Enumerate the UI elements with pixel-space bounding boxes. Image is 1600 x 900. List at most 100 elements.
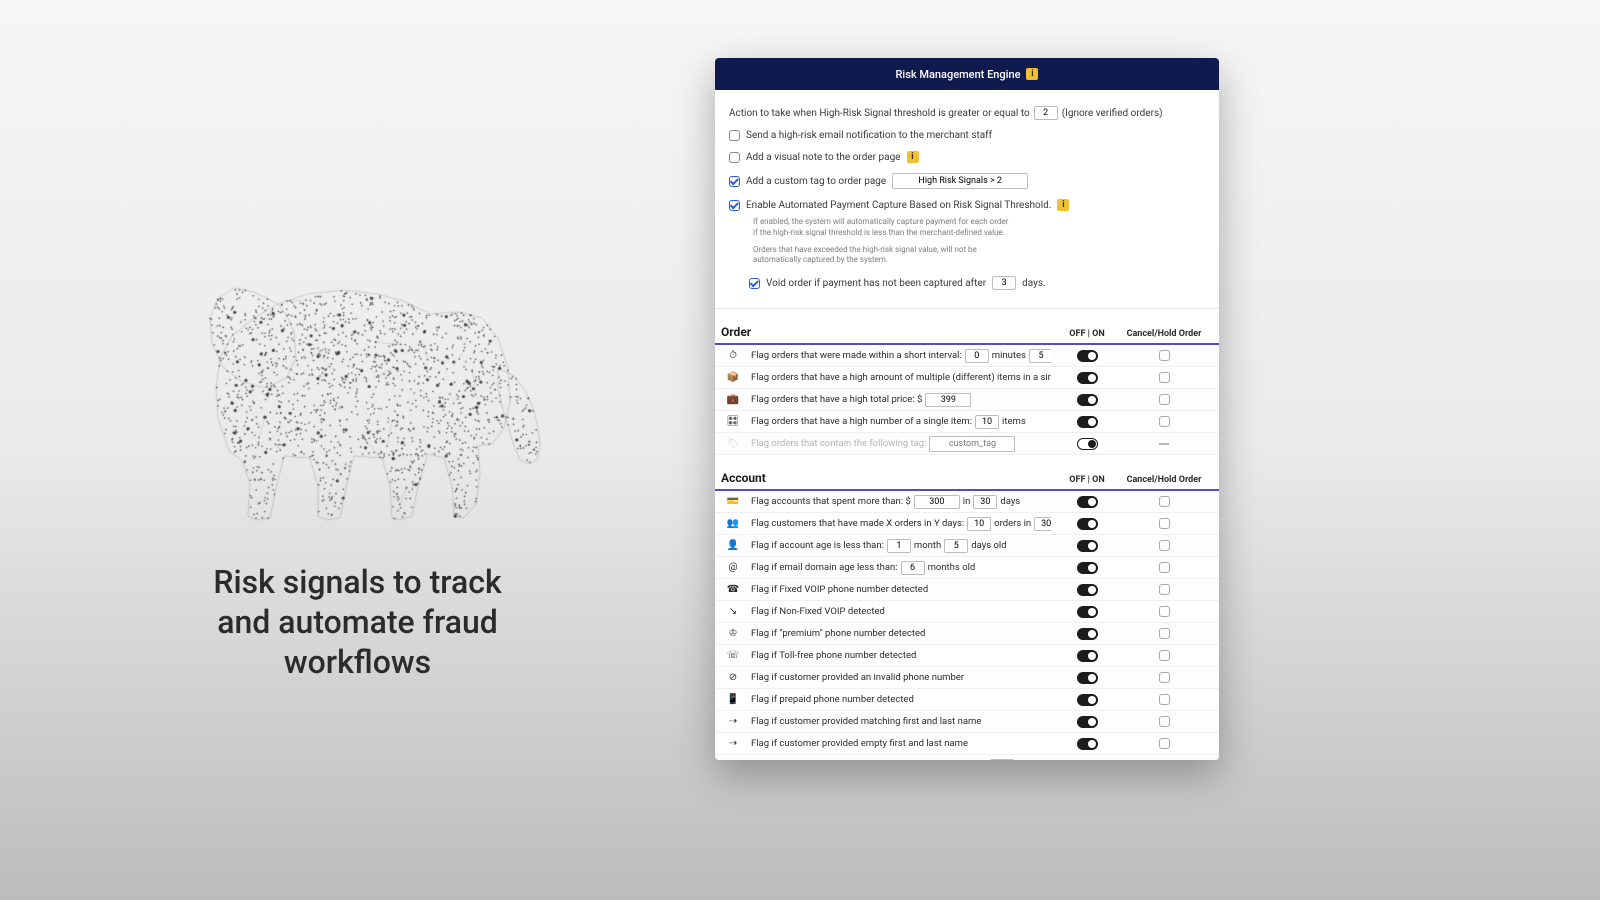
- col-toggle-header: OFF | ON: [1051, 329, 1123, 339]
- rule-text: Flag if "premium" phone number detected: [751, 628, 925, 639]
- section-title: Order: [721, 325, 1051, 339]
- rule-text: Flag customers that have made X orders i…: [751, 518, 964, 529]
- rule-value-input[interactable]: [965, 349, 989, 363]
- cancel-hold-checkbox[interactable]: [1159, 372, 1170, 383]
- cancel-cell: [1123, 540, 1205, 551]
- rule-row: 💳Flag accounts that spent more than: $ i…: [715, 491, 1219, 513]
- checkbox-visual-note[interactable]: [729, 152, 740, 163]
- rule-icon: ☎: [715, 584, 751, 595]
- info-icon[interactable]: i: [1026, 68, 1038, 80]
- cancel-hold-checkbox[interactable]: [1159, 694, 1170, 705]
- rule-value-input[interactable]: [901, 561, 925, 575]
- rule-toggle[interactable]: [1077, 540, 1098, 552]
- cancel-hold-checkbox[interactable]: [1159, 562, 1170, 573]
- toggle-cell: [1051, 394, 1123, 406]
- rule-toggle[interactable]: [1077, 606, 1098, 618]
- rule-row: 📱Flag if prepaid phone number detected: [715, 689, 1219, 711]
- rule-toggle[interactable]: [1077, 650, 1098, 662]
- rule-toggle[interactable]: [1077, 628, 1098, 640]
- cancel-hold-checkbox[interactable]: [1159, 540, 1170, 551]
- toggle-cell: [1051, 350, 1123, 362]
- cancel-cell: [1123, 562, 1205, 573]
- rule-label: Flag orders that were made within a shor…: [751, 349, 1051, 363]
- cancel-hold-checkbox[interactable]: [1159, 628, 1170, 639]
- rule-label: Flag if Fixed VOIP phone number detected: [751, 584, 1051, 595]
- checkbox-auto-capture[interactable]: [729, 200, 740, 211]
- rule-unit: days old: [971, 540, 1006, 551]
- cancel-hold-checkbox[interactable]: [1159, 584, 1170, 595]
- rule-value-input[interactable]: [975, 415, 999, 429]
- rule-value-input[interactable]: [914, 495, 960, 509]
- cancel-hold-checkbox[interactable]: [1159, 518, 1170, 529]
- rule-value-input[interactable]: [973, 495, 997, 509]
- rule-text: Flag if customer provided matching first…: [751, 716, 981, 727]
- rule-unit: months old: [928, 562, 976, 573]
- cancel-hold-checkbox[interactable]: [1159, 716, 1170, 727]
- rule-toggle[interactable]: [1077, 394, 1098, 406]
- rule-icon: 📱: [715, 694, 751, 705]
- rule-tag-input[interactable]: [929, 436, 1015, 452]
- section-header-account: Account OFF | ON Cancel/Hold Order: [715, 455, 1219, 491]
- rule-toggle[interactable]: [1077, 694, 1098, 706]
- cancel-cell: [1123, 518, 1205, 529]
- rule-value-input[interactable]: [967, 517, 991, 531]
- rule-value-input[interactable]: [990, 759, 1014, 760]
- checkbox-void[interactable]: [749, 278, 760, 289]
- cancel-hold-checkbox[interactable]: [1159, 738, 1170, 749]
- rule-icon: ♔: [715, 628, 751, 639]
- info-icon[interactable]: i: [907, 151, 919, 163]
- toggle-cell: [1051, 628, 1123, 640]
- cancel-cell: [1123, 394, 1205, 405]
- rule-text: Flag orders that were made within a shor…: [751, 350, 962, 361]
- toggle-cell: [1051, 540, 1123, 552]
- rule-icon: 🎛: [715, 416, 751, 427]
- rule-toggle[interactable]: [1077, 350, 1098, 362]
- cancel-cell: [1123, 672, 1205, 683]
- rule-toggle[interactable]: [1077, 584, 1098, 596]
- cancel-hold-checkbox[interactable]: [1159, 350, 1170, 361]
- cancel-hold-checkbox[interactable]: [1159, 416, 1170, 427]
- rule-toggle[interactable]: [1077, 438, 1098, 450]
- rule-toggle[interactable]: [1077, 518, 1098, 530]
- rule-value-input[interactable]: [1034, 517, 1051, 531]
- rule-toggle[interactable]: [1077, 716, 1098, 728]
- rule-label: Flag orders that contain the following t…: [751, 436, 1051, 452]
- toggle-cell: [1051, 438, 1123, 450]
- void-days-input[interactable]: [992, 276, 1016, 290]
- checkbox-custom-tag[interactable]: [729, 176, 740, 187]
- rule-toggle[interactable]: [1077, 672, 1098, 684]
- rule-icon: ↘: [715, 606, 751, 617]
- rule-value-input[interactable]: [925, 393, 971, 407]
- rule-toggle[interactable]: [1077, 372, 1098, 384]
- threshold-input[interactable]: [1034, 106, 1058, 120]
- rule-toggle[interactable]: [1077, 562, 1098, 574]
- cancel-hold-checkbox[interactable]: [1159, 496, 1170, 507]
- toggle-cell: [1051, 372, 1123, 384]
- rule-icon: ⇢: [715, 716, 751, 727]
- rule-value-input[interactable]: [887, 539, 911, 553]
- rule-label: Flag orders that have a high number of a…: [751, 415, 1051, 429]
- cancel-hold-checkbox[interactable]: [1159, 672, 1170, 683]
- checkbox-email[interactable]: [729, 130, 740, 141]
- cancel-hold-checkbox[interactable]: [1159, 394, 1170, 405]
- rule-icon: 💳: [715, 496, 751, 507]
- custom-tag-input[interactable]: [892, 173, 1028, 189]
- rule-row: ⇢Flag if customer provided matching firs…: [715, 711, 1219, 733]
- rule-value-input[interactable]: [944, 539, 968, 553]
- opt-void-a: Void order if payment has not been captu…: [766, 278, 986, 289]
- rule-label: Flag if account age is less than: month …: [751, 539, 1051, 553]
- col-cancel-header: Cancel/Hold Order: [1123, 475, 1205, 485]
- rule-toggle[interactable]: [1077, 496, 1098, 508]
- cancel-hold-checkbox[interactable]: [1159, 650, 1170, 661]
- info-icon[interactable]: i: [1057, 199, 1069, 211]
- rule-text: Flag if prepaid phone number detected: [751, 694, 914, 705]
- rule-label: Flag if customer provided matching first…: [751, 716, 1051, 727]
- rule-label: Flag orders that have a high amount of m…: [751, 371, 1051, 385]
- cancel-hold-checkbox[interactable]: [1159, 606, 1170, 617]
- toggle-cell: [1051, 606, 1123, 618]
- rule-unit: items: [1002, 416, 1026, 427]
- rule-toggle[interactable]: [1077, 738, 1098, 750]
- rule-toggle[interactable]: [1077, 416, 1098, 428]
- rule-value-input[interactable]: [1029, 349, 1051, 363]
- risk-engine-panel: Risk Management Engine i Action to take …: [715, 58, 1219, 760]
